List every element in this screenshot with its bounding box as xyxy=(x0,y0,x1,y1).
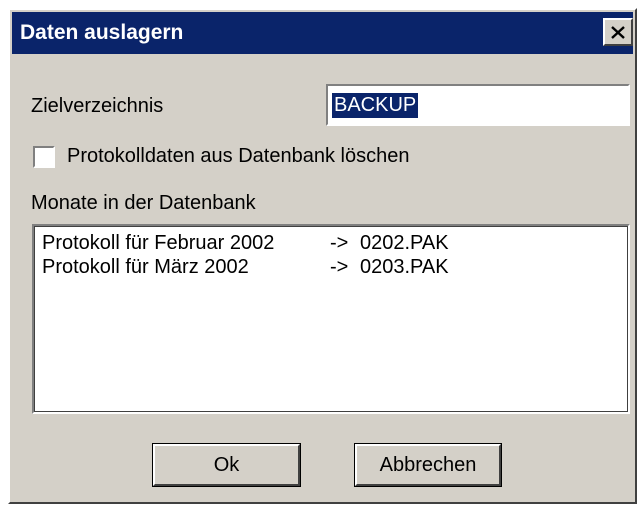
target-dir-input[interactable]: BACKUP xyxy=(326,84,630,126)
list-item-description: Protokoll für Februar 2002 xyxy=(42,232,275,254)
ok-button[interactable]: Ok xyxy=(152,443,301,487)
list-item-file: 0202.PAK xyxy=(360,232,449,254)
cancel-button[interactable]: Abbrechen xyxy=(354,443,502,487)
delete-log-checkbox[interactable] xyxy=(33,146,55,168)
delete-log-label[interactable]: Protokolldaten aus Datenbank löschen xyxy=(67,145,409,168)
window-title: Daten auslagern xyxy=(20,21,184,44)
close-button[interactable] xyxy=(603,18,633,46)
list-item-arrow: -> xyxy=(330,256,349,278)
months-listbox[interactable]: Protokoll für Februar 2002 -> 0202.PAK P… xyxy=(32,224,630,414)
list-item-file: 0203.PAK xyxy=(360,256,449,278)
list-item-description: Protokoll für März 2002 xyxy=(42,256,249,278)
list-item[interactable]: Protokoll für März 2002 -> 0203.PAK xyxy=(42,256,622,280)
list-item-arrow: -> xyxy=(330,232,349,254)
target-dir-label: Zielverzeichnis xyxy=(31,95,164,117)
list-item[interactable]: Protokoll für Februar 2002 -> 0202.PAK xyxy=(42,232,622,256)
title-bar[interactable]: Daten auslagern xyxy=(12,12,633,54)
target-dir-value: BACKUP xyxy=(332,93,419,118)
dialog-window: Daten auslagern Zielverzeichnis BACKUP P… xyxy=(8,8,637,504)
months-label: Monate in der Datenbank xyxy=(31,192,256,214)
close-x-icon xyxy=(611,25,625,39)
